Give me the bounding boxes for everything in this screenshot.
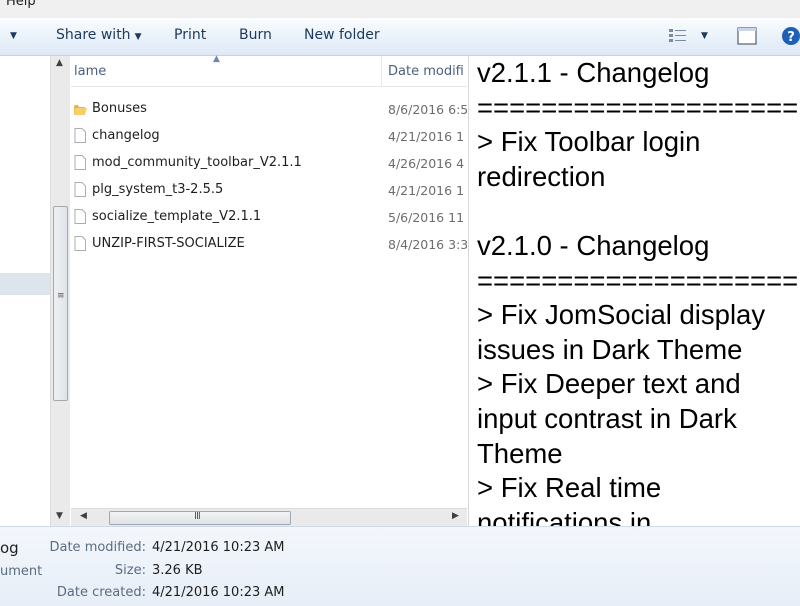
menu-help[interactable]: Help [6,0,36,9]
command-toolbar: ▼ Share with ▼ Print Burn New folder ▼ ? [0,18,800,56]
navigation-scrollbar[interactable]: ▲ ≡ ▼ [50,56,70,526]
preview-text: v2.1.1 - Changelog ==================== … [477,57,799,526]
file-name: mod_community_toolbar_V2.1.1 [92,155,302,170]
scrollbar-thumb[interactable]: III [109,511,291,525]
burn-button[interactable]: Burn [239,27,272,43]
view-chevron-icon[interactable]: ▼ [701,31,708,41]
chevron-down-icon: ▼ [134,32,142,42]
help-icon[interactable]: ? [781,26,800,50]
grip-icon: ≡ [57,291,65,301]
share-with-label: Share with [56,27,131,43]
size-value: 3.26 KB [152,563,203,578]
date-modified-value: 4/21/2016 10:23 AM [152,540,285,555]
file-date: 8/4/2016 3:3 [388,237,467,252]
view-options-icon[interactable] [668,27,688,49]
file-name: UNZIP-FIRST-SOCIALIZE [92,236,245,251]
scroll-up-icon[interactable]: ▲ [56,58,63,68]
file-date: 4/21/2016 1 [388,129,465,144]
document-icon [74,155,86,170]
file-name: changelog [92,128,160,143]
scroll-right-icon[interactable]: ▶ [452,511,459,521]
column-separator[interactable] [381,56,382,86]
date-created-value: 4/21/2016 10:23 AM [152,585,285,600]
document-icon [74,128,86,143]
document-icon [74,236,86,251]
column-header-row: ▲ lame Date modifi [71,54,467,87]
scroll-left-icon[interactable]: ◀ [80,511,87,521]
list-item[interactable]: mod_community_toolbar_V2.1.1 4/26/2016 4 [71,150,467,176]
file-name: socialize_template_V2.1.1 [92,209,262,224]
navigation-pane[interactable] [0,56,50,526]
date-created-label: Date created: [56,585,146,600]
file-list-horizontal-scrollbar[interactable]: ◀ III ▶ [71,508,467,527]
list-item[interactable]: changelog 4/21/2016 1 [71,123,467,149]
document-icon [74,182,86,197]
scrollbar-thumb[interactable]: ≡ [53,206,68,401]
file-date: 4/26/2016 4 [388,156,465,171]
preview-pane-icon[interactable] [737,27,757,49]
column-header-name[interactable]: lame [74,64,106,79]
menu-bar: Help [0,0,800,19]
file-date: 8/6/2016 6:5 [388,102,467,117]
file-list: ▲ lame Date modifi Bonuses 8/6/2016 6:5 … [71,54,467,508]
scroll-down-icon[interactable]: ▼ [56,511,63,521]
column-header-date-modified[interactable]: Date modifi [388,64,467,79]
list-item[interactable]: UNZIP-FIRST-SOCIALIZE 8/4/2016 3:3 [71,231,467,257]
grip-icon: III [194,511,201,522]
share-with-button[interactable]: Share with ▼ [56,27,141,43]
new-folder-button[interactable]: New folder [304,27,380,43]
date-modified-label: Date modified: [49,540,146,555]
folder-icon [74,101,87,116]
document-icon [74,209,86,224]
list-item[interactable]: socialize_template_V2.1.1 5/6/2016 11 [71,204,467,230]
file-date: 4/21/2016 1 [388,183,465,198]
list-item[interactable]: Bonuses 8/6/2016 6:5 [71,96,467,122]
svg-text:?: ? [787,30,795,45]
print-button[interactable]: Print [174,27,206,43]
size-label: Size: [114,563,146,578]
details-pane: og ument Date modified: 4/21/2016 10:23 … [0,526,800,606]
organize-caret-icon[interactable]: ▼ [10,31,17,41]
list-item[interactable]: plg_system_t3-2.5.5 4/21/2016 1 [71,177,467,203]
preview-pane[interactable]: v2.1.1 - Changelog ==================== … [468,56,800,526]
file-date: 5/6/2016 11 [388,210,465,225]
file-name: plg_system_t3-2.5.5 [92,182,224,197]
nav-selected-item[interactable] [0,273,50,295]
sort-ascending-icon: ▲ [213,54,220,64]
file-name: Bonuses [92,101,147,116]
